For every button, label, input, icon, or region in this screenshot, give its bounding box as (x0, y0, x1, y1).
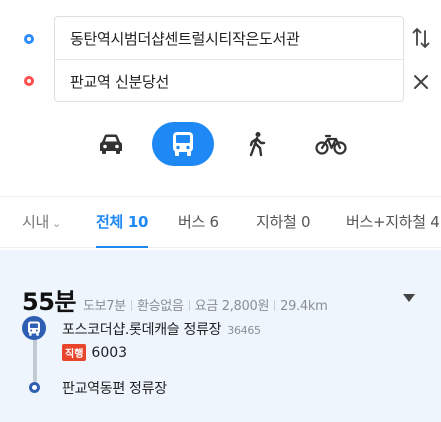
tab-subway[interactable]: 지하철 0 (256, 197, 311, 247)
boarding-stop[interactable]: 포스코더샵.롯데캐슬 정류장 36465 (62, 319, 261, 339)
route-number: 6003 (91, 344, 128, 361)
travel-time: 55분 (22, 288, 76, 316)
mode-walk-button[interactable] (226, 122, 288, 166)
walk-icon (249, 132, 266, 157)
transfer-info: 환승없음 (136, 299, 184, 314)
distance: 29.4km (280, 299, 328, 314)
tab-bus-subway[interactable]: 버스+지하철 4 (346, 197, 440, 247)
swap-route-button[interactable] (409, 26, 433, 50)
caret-down-icon (403, 294, 415, 302)
swap-vertical-icon (412, 28, 430, 48)
chevron-down-icon: ⌄ (52, 217, 61, 230)
fare: 요금 2,800원 (194, 299, 270, 314)
destination-pin-icon (24, 76, 34, 86)
close-icon (414, 75, 428, 89)
tab-area-filter[interactable]: 시내 ⌄ (22, 197, 61, 247)
boarding-stop-id: 36465 (227, 324, 261, 337)
origin-pin-icon (24, 34, 34, 44)
bicycle-icon (315, 134, 347, 155)
route-type-badge: 직행 (62, 344, 87, 361)
bus-route[interactable]: 직행 6003 (62, 344, 127, 361)
mode-bike-button[interactable] (300, 122, 362, 166)
route-input-box: 동탄역시범더샵센트럴시티작은도서관 판교역 신분당선 (54, 16, 404, 102)
bus-step-icon (22, 316, 46, 340)
destination-field[interactable]: 판교역 신분당선 (55, 60, 403, 103)
route-result-card[interactable]: 55분 도보7분 환승없음 요금 2,800원 29.4km 포스코더샵.롯데캐슬 정… (0, 250, 441, 422)
bus-icon (173, 132, 193, 156)
tab-bus[interactable]: 버스 6 (178, 197, 219, 247)
origin-field[interactable]: 동탄역시범더샵센트럴시티작은도서관 (55, 17, 403, 60)
tab-area-label: 시내 (22, 213, 50, 231)
alighting-stop[interactable]: 판교역동편 정류장 (62, 378, 167, 398)
car-icon (100, 134, 122, 154)
alight-stop-dot-icon (29, 382, 40, 393)
boarding-stop-name: 포스코더샵.롯데캐슬 정류장 (62, 322, 222, 338)
walk-time: 도보7분 (82, 299, 126, 314)
mode-car-button[interactable] (80, 122, 142, 166)
route-filter-tabs: 시내 ⌄ 전체 10 버스 6 지하철 0 버스+지하철 4 (0, 196, 441, 248)
expand-route-button[interactable] (401, 291, 417, 305)
route-summary: 55분 도보7분 환승없음 요금 2,800원 29.4km (22, 282, 328, 317)
route-step-line (33, 334, 37, 382)
mode-bus-button[interactable] (152, 122, 214, 166)
clear-destination-button[interactable] (409, 70, 433, 94)
route-meta: 도보7분 환승없음 요금 2,800원 29.4km (82, 295, 328, 314)
tab-all[interactable]: 전체 10 (96, 197, 149, 248)
